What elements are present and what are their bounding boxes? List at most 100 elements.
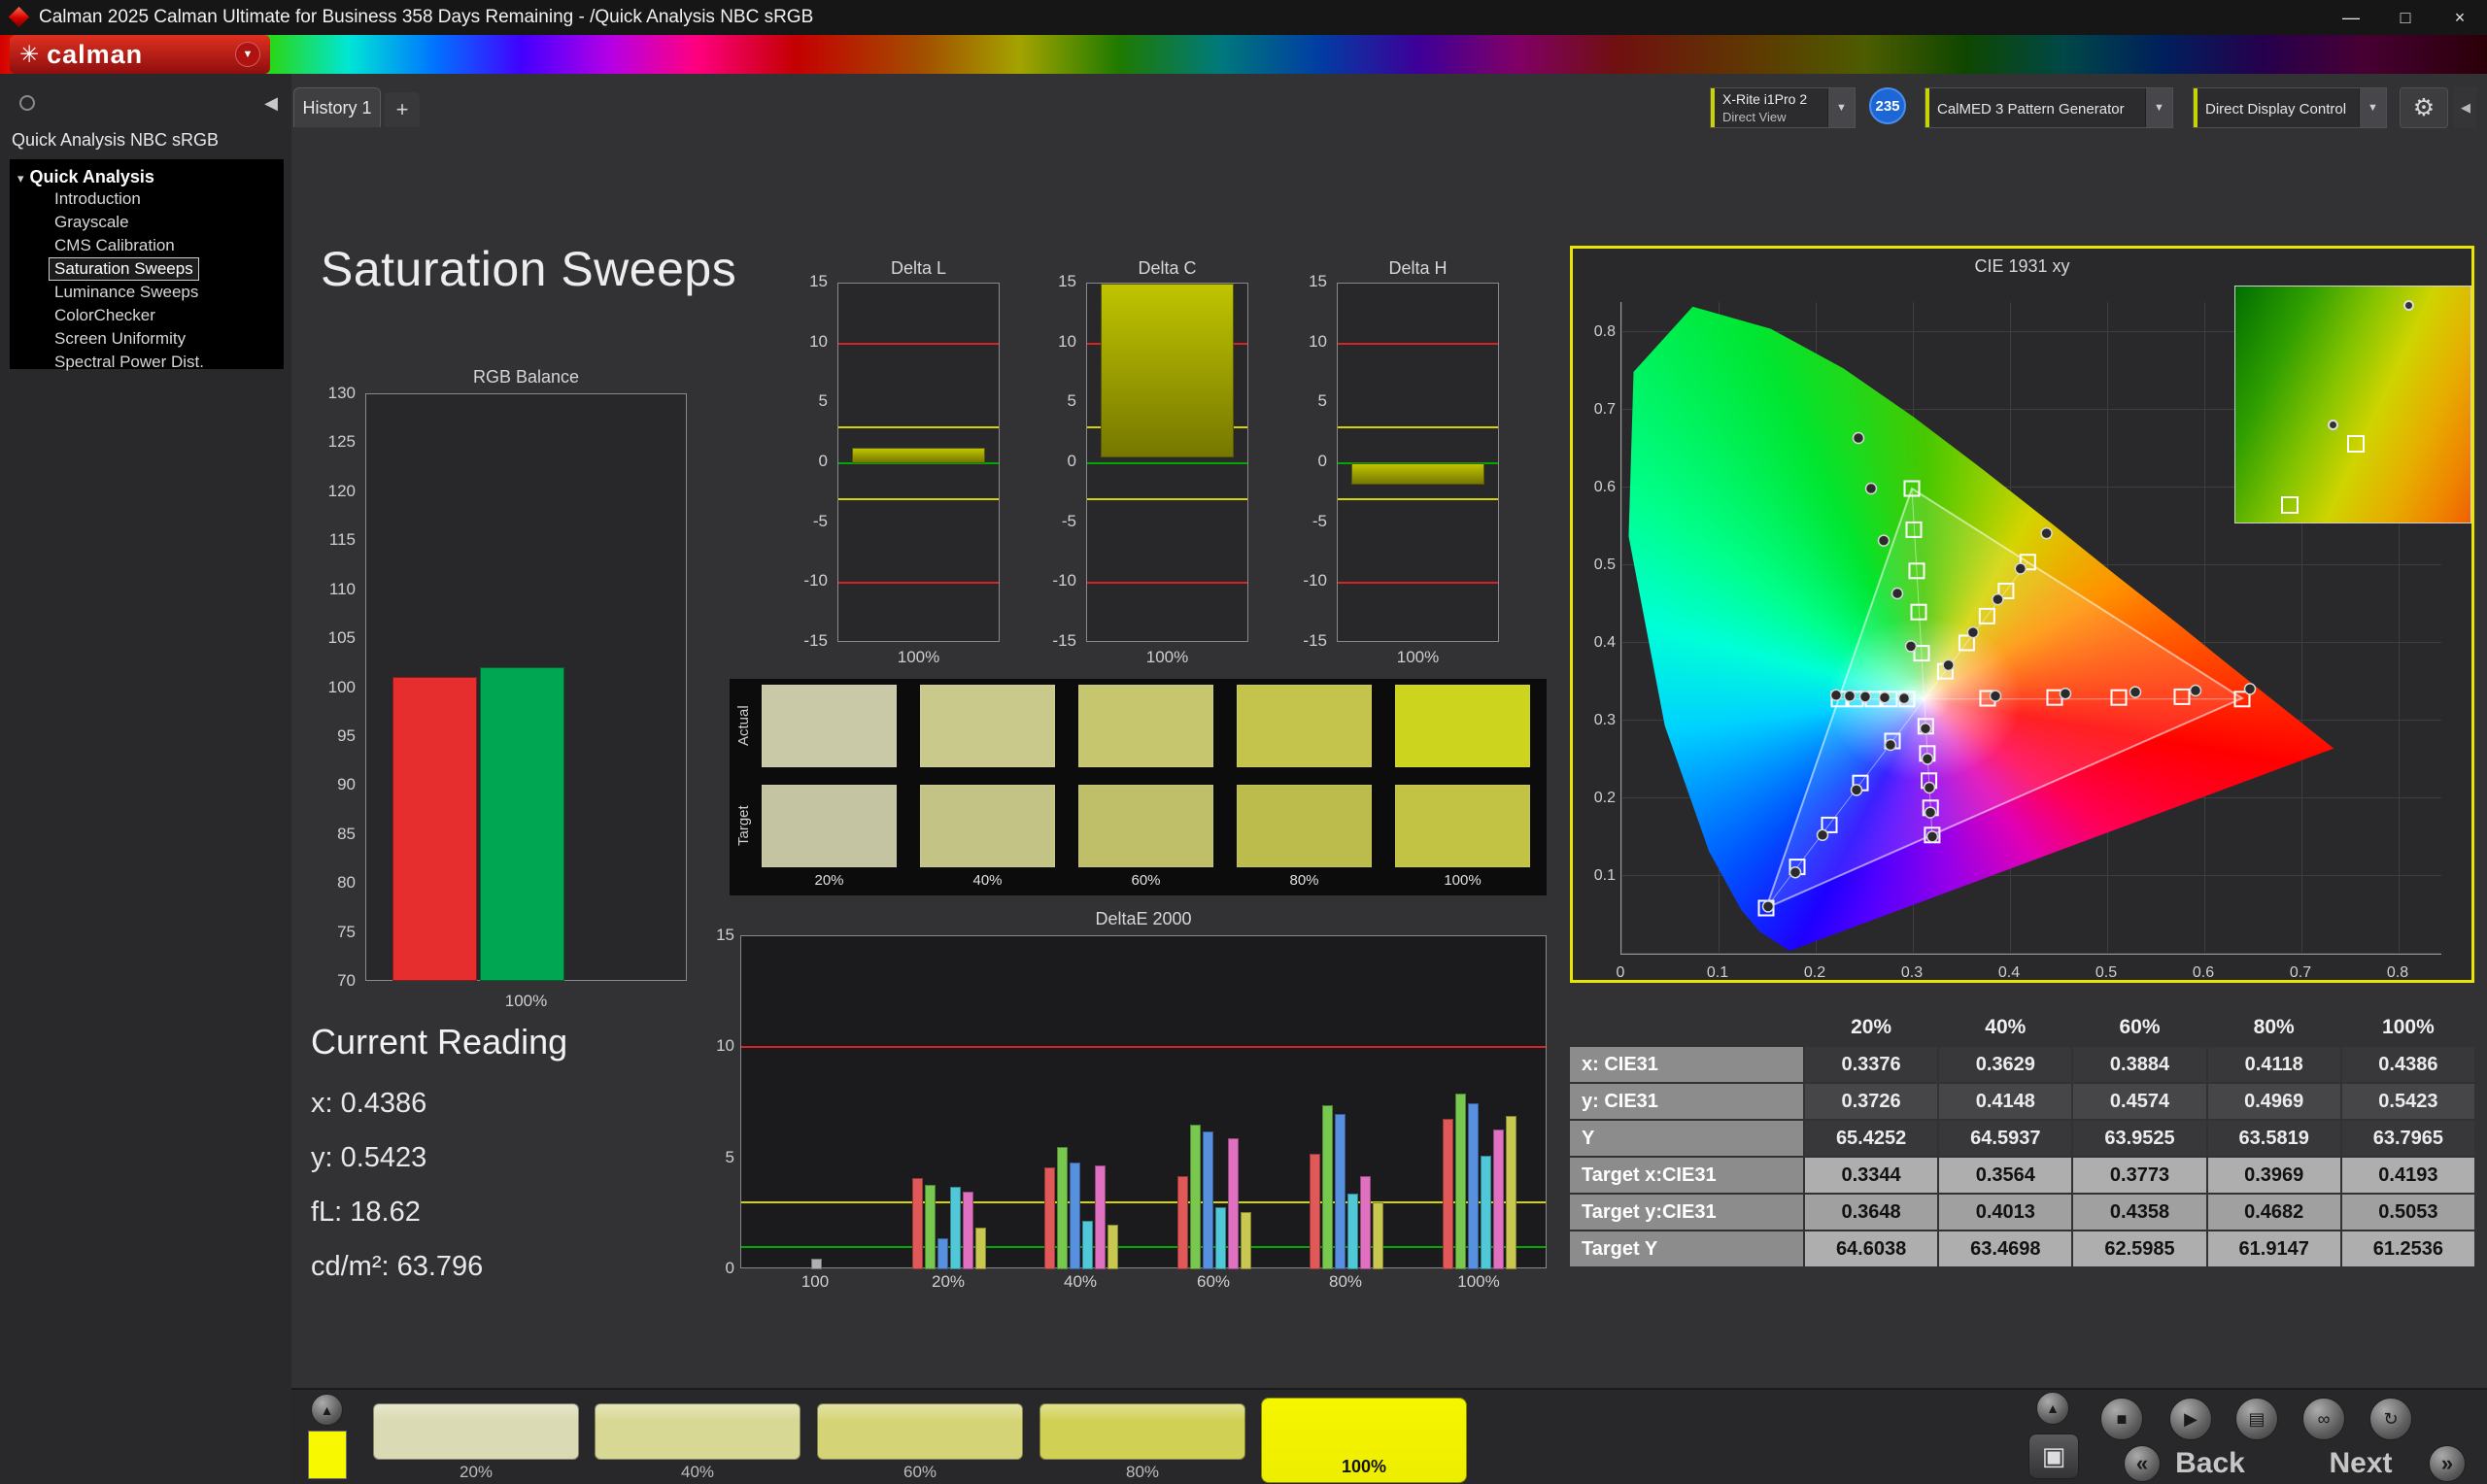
next-button-icon[interactable]: » (2429, 1445, 2466, 1482)
pattern-swatch (373, 1403, 579, 1460)
table-cell: 63.9525 (2073, 1121, 2205, 1156)
next-button[interactable]: Next (2312, 1445, 2409, 1482)
sidebar-item-grayscale[interactable]: Grayscale (49, 211, 135, 234)
pattern-button-label: 80% (1039, 1463, 1245, 1482)
meter-name: X-Rite i1Pro 2 (1722, 90, 1822, 109)
cie-x-tick: 0.7 (2271, 964, 2330, 984)
deltae-bar (1506, 1116, 1516, 1269)
deltae-refline (741, 1046, 1546, 1048)
dropdown-arrow-icon[interactable]: ▼ (2145, 88, 2172, 127)
table-cell: 62.5985 (2073, 1231, 2205, 1266)
table-cell: 0.4118 (2208, 1047, 2340, 1082)
deltae-bar (1481, 1156, 1491, 1269)
deltae-x-label: 60% (1175, 1272, 1252, 1292)
rgb-balance-chart[interactable]: RGB Balance 100% 13012512011511010510095… (313, 367, 694, 1020)
pattern-swatch (595, 1403, 801, 1460)
cie-measured-marker (1831, 690, 1842, 700)
cie-measured-marker (2130, 687, 2141, 697)
deltae-bar (925, 1185, 936, 1269)
back-button[interactable]: Back (2162, 1445, 2259, 1482)
delta-ytick: 15 (785, 272, 828, 291)
rgb-ytick: 90 (313, 775, 356, 794)
swatch-target-80% (1237, 785, 1372, 867)
save-button[interactable]: ▤ (2235, 1398, 2278, 1440)
cie-y-tick: 0.7 (1575, 401, 1616, 421)
inset-dot-marker (2403, 300, 2414, 311)
pattern-button-60%[interactable]: 60% (817, 1403, 1023, 1484)
settings-gear-button[interactable]: ⚙ (2400, 87, 2448, 128)
meter-dropdown[interactable]: X-Rite i1Pro 2 Direct View ▼ (1710, 87, 1856, 128)
cie-1931-panel[interactable]: CIE 1931 xy 00.10.20.30.40.50.60.70.80.1… (1570, 246, 2474, 983)
table-cell: 64.6038 (1805, 1231, 1937, 1266)
display-control-dropdown[interactable]: Direct Display Control ▼ (2193, 87, 2387, 128)
sweep-swatches-panel[interactable]: ActualTarget20%40%60%80%100% (730, 679, 1547, 895)
sidebar-item-colorchecker[interactable]: ColorChecker (49, 304, 161, 327)
sidebar-item-screen-uniformity[interactable]: Screen Uniformity (49, 327, 191, 351)
delta-chart-delta-h[interactable] (1337, 283, 1499, 642)
pattern-button-80%[interactable]: 80% (1039, 1403, 1245, 1484)
deltae-refline (741, 1201, 1546, 1203)
calman-logo[interactable]: ✳ calman ▼ (10, 35, 270, 74)
toolbar-collapse-icon[interactable]: ◀ (2454, 87, 2477, 128)
delta-chart-delta-l[interactable] (837, 283, 1000, 642)
swatch-col-label: 20% (762, 872, 897, 892)
sidebar-item-cms-calibration[interactable]: CMS Calibration (49, 234, 181, 257)
delta-refline (1087, 582, 1247, 584)
loop-button[interactable]: ∞ (2302, 1398, 2345, 1440)
tree-expander-icon[interactable]: ▾ (17, 171, 24, 186)
pattern-collapse-button[interactable]: ▲ (311, 1394, 343, 1426)
cie-measured-marker (1879, 535, 1890, 546)
refresh-button[interactable]: ↻ (2369, 1398, 2412, 1440)
pattern-window-swatch[interactable] (308, 1431, 347, 1479)
pattern-window-button[interactable]: ▣ (2028, 1433, 2079, 1479)
delta-chart-title-delta-l: Delta L (808, 258, 1029, 280)
logo-dropdown-icon[interactable]: ▼ (235, 42, 260, 67)
dropdown-arrow-icon[interactable]: ▼ (1827, 88, 1855, 127)
cie-measured-marker (1899, 693, 1910, 704)
deltae-2000-chart[interactable]: DeltaE 2000 15105010020%40%60%80%100% (680, 909, 1554, 1298)
swatch-col-label: 40% (920, 872, 1055, 892)
tree-root-row[interactable]: ▾ Quick Analysis (16, 167, 284, 187)
delta-ytick: 10 (1034, 332, 1076, 352)
tree-root-label[interactable]: Quick Analysis (30, 167, 154, 186)
cie-measured-marker (1943, 659, 1954, 670)
pattern-button-40%[interactable]: 40% (595, 1403, 801, 1484)
table-cell: 0.3344 (1805, 1158, 1937, 1193)
pattern-button-100%[interactable]: 100% (1261, 1398, 1467, 1483)
minimize-button[interactable]: — (2324, 0, 2378, 35)
tab-history-1[interactable]: History 1 (293, 87, 381, 127)
sidebar-collapse-icon[interactable]: ◀ (264, 93, 278, 114)
cie-x-tick: 0.8 (2368, 964, 2427, 984)
pattern-generator-dropdown[interactable]: CalMED 3 Pattern Generator ▼ (1925, 87, 2173, 128)
sidebar-item-saturation-sweeps[interactable]: Saturation Sweeps (49, 257, 199, 281)
play-button[interactable]: ▶ (2169, 1398, 2212, 1440)
stop-button[interactable]: ■ (2100, 1398, 2143, 1440)
cie-measured-marker (1854, 433, 1864, 444)
table-cell: 61.2536 (2342, 1231, 2474, 1266)
cie-x-tick: 0.2 (1786, 964, 1844, 984)
dropdown-arrow-icon[interactable]: ▼ (2359, 88, 2386, 127)
table-cell: 63.4698 (1939, 1231, 2071, 1266)
meter-status-badge[interactable]: 235 (1869, 87, 1906, 124)
table-cell: 0.4969 (2208, 1084, 2340, 1119)
rgb-ytick: 125 (313, 432, 356, 452)
add-tab-button[interactable]: + (385, 92, 420, 127)
back-button-icon[interactable]: « (2124, 1445, 2161, 1482)
sidebar-item-spectral-power-dist[interactable]: Spectral Power Dist. (49, 351, 210, 374)
cie-measured-marker (1866, 484, 1877, 494)
inset-dot-marker (2328, 420, 2338, 430)
close-button[interactable]: × (2433, 0, 2487, 35)
cie-measured-marker (1852, 785, 1862, 795)
sidebar-item-luminance-sweeps[interactable]: Luminance Sweeps (49, 281, 204, 304)
maximize-button[interactable]: □ (2378, 0, 2433, 35)
transport-collapse-button[interactable]: ▲ (2036, 1392, 2069, 1425)
deltae-bar (1044, 1167, 1055, 1269)
delta-chart-delta-c[interactable] (1086, 283, 1248, 642)
table-col-header-80%: 80% (2208, 1010, 2340, 1045)
titlebar: Calman 2025 Calman Ultimate for Business… (0, 0, 2487, 35)
sidebar-item-introduction[interactable]: Introduction (49, 187, 147, 211)
pattern-button-20%[interactable]: 20% (373, 1403, 579, 1484)
deltae-bar (937, 1238, 948, 1269)
inset-square-marker (2281, 496, 2299, 514)
deltae-bar (963, 1192, 973, 1269)
